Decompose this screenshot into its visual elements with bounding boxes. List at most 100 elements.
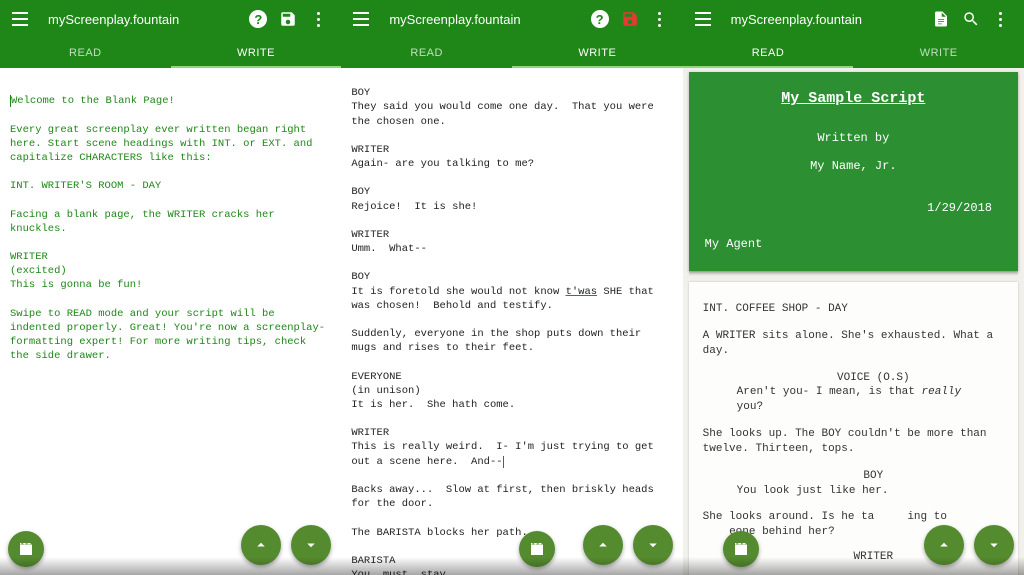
character-name: WRITER <box>10 251 48 263</box>
menu-icon[interactable] <box>691 7 715 31</box>
tab-bar: READ WRITE <box>0 38 341 68</box>
dialog: You _must_ stay. <box>351 569 452 575</box>
dots-icon <box>999 12 1002 27</box>
author-name: My Name, Jr. <box>705 159 1002 173</box>
clapper-icon <box>732 540 750 558</box>
dots-icon <box>317 12 320 27</box>
intro-paragraph: Every great screenplay ever written bega… <box>10 124 319 164</box>
tab-write[interactable]: WRITE <box>512 38 683 68</box>
scroll-down-fab[interactable] <box>291 525 331 565</box>
character: VOICE (O.S) <box>703 371 1004 386</box>
dialog: This is really weird. I- I'm just trying… <box>351 441 660 467</box>
search-icon <box>962 10 980 28</box>
tab-read[interactable]: READ <box>0 38 171 68</box>
welcome-line: Welcome to the Blank Page! <box>11 95 175 107</box>
dialog: Aren't you- I mean, is that really you? <box>703 385 1004 427</box>
save-button-unsaved[interactable] <box>615 4 645 34</box>
dialog: They said you would come one day. That y… <box>351 101 660 127</box>
overflow-button[interactable] <box>645 4 675 34</box>
tab-read[interactable]: READ <box>341 38 512 68</box>
scene-heading: INT. WRITER'S ROOM - DAY <box>10 180 161 192</box>
tip-paragraph: Swipe to READ mode and your script will … <box>10 308 325 363</box>
clapper-fab[interactable] <box>8 531 44 567</box>
nav-fab-wrap <box>583 525 673 565</box>
editor-area[interactable]: Welcome to the Blank Page! Every great s… <box>0 68 341 575</box>
scroll-up-fab[interactable] <box>924 525 964 565</box>
chevron-down-icon <box>985 536 1003 554</box>
menu-icon[interactable] <box>8 7 32 31</box>
chevron-down-icon <box>302 536 320 554</box>
script-date: 1/29/2018 <box>705 201 992 215</box>
action-text: She looks around. Is he ta <box>703 511 875 523</box>
chevron-down-icon <box>644 536 662 554</box>
card-shadow <box>689 271 1018 276</box>
fab-clapper-wrap <box>8 531 44 567</box>
char: WRITER <box>351 229 389 241</box>
save-icon <box>279 10 297 28</box>
overflow-button[interactable] <box>986 4 1016 34</box>
save-button[interactable] <box>273 4 303 34</box>
parenthetical: (excited) <box>10 265 67 277</box>
char: BOY <box>351 186 370 198</box>
help-icon: ? <box>249 10 267 28</box>
save-icon <box>621 10 639 28</box>
dialog-part: It is foretold she would not know <box>351 286 565 298</box>
tab-write[interactable]: WRITE <box>171 38 342 68</box>
dialog: Rejoice! It is she! <box>351 201 477 213</box>
dialog-text: you? <box>737 401 763 413</box>
editor-area[interactable]: BOY They said you would come one day. Th… <box>341 68 682 575</box>
clapper-fab[interactable] <box>519 531 555 567</box>
scene-heading: INT. COFFEE SHOP - DAY <box>703 302 1004 317</box>
dots-icon <box>658 12 661 27</box>
tab-read[interactable]: READ <box>683 38 854 68</box>
file-title: myScreenplay.fountain <box>48 12 179 27</box>
nav-fab-wrap <box>924 525 1014 565</box>
appbar: myScreenplay.fountain ? <box>341 0 682 38</box>
dialog-text: Aren't you- I mean, is that <box>737 386 922 398</box>
help-button[interactable]: ? <box>243 4 273 34</box>
help-icon: ? <box>591 10 609 28</box>
dialog: It is her. She hath come. <box>351 399 515 411</box>
title-page-card: My Sample Script Written by My Name, Jr.… <box>689 72 1018 271</box>
clapper-fab[interactable] <box>723 531 759 567</box>
appbar: myScreenplay.fountain <box>683 0 1024 38</box>
file-title: myScreenplay.fountain <box>731 12 862 27</box>
fab-clapper-wrap <box>723 531 759 567</box>
written-by-label: Written by <box>705 131 1002 145</box>
character: BOY <box>703 469 1004 484</box>
read-area[interactable]: My Sample Script Written by My Name, Jr.… <box>683 68 1024 575</box>
dialog: Again- are you talking to me? <box>351 158 534 170</box>
scroll-up-fab[interactable] <box>241 525 281 565</box>
overflow-button[interactable] <box>303 4 333 34</box>
action: The BARISTA blocks her path. <box>351 527 527 539</box>
document-icon <box>932 10 950 28</box>
tab-bar: READ WRITE <box>341 38 682 68</box>
chevron-up-icon <box>252 536 270 554</box>
scroll-down-fab[interactable] <box>974 525 1014 565</box>
dialog-italic: really <box>922 386 962 398</box>
dialog-line: This is gonna be fun! <box>10 279 142 291</box>
help-button[interactable]: ? <box>585 4 615 34</box>
char: WRITER <box>351 144 389 156</box>
char: EVERYONE <box>351 371 401 383</box>
menu-icon[interactable] <box>349 7 373 31</box>
char: WRITER <box>351 427 389 439</box>
tab-write[interactable]: WRITE <box>853 38 1024 68</box>
nav-fab-wrap <box>241 525 331 565</box>
text-cursor <box>503 456 504 468</box>
paren: (in unison) <box>351 385 420 397</box>
tab-bar: READ WRITE <box>683 38 1024 68</box>
chevron-up-icon <box>935 536 953 554</box>
dialog: Umm. What-- <box>351 243 427 255</box>
doc-button[interactable] <box>926 4 956 34</box>
search-button[interactable] <box>956 4 986 34</box>
scroll-up-fab[interactable] <box>583 525 623 565</box>
spell-error: t'was <box>566 286 598 298</box>
char: BARISTA <box>351 555 395 567</box>
action-text: ing to <box>907 511 947 523</box>
action: Backs away... Slow at first, then briskl… <box>351 484 660 510</box>
clapper-icon <box>528 540 546 558</box>
appbar: myScreenplay.fountain ? <box>0 0 341 38</box>
file-title: myScreenplay.fountain <box>389 12 520 27</box>
scroll-down-fab[interactable] <box>633 525 673 565</box>
